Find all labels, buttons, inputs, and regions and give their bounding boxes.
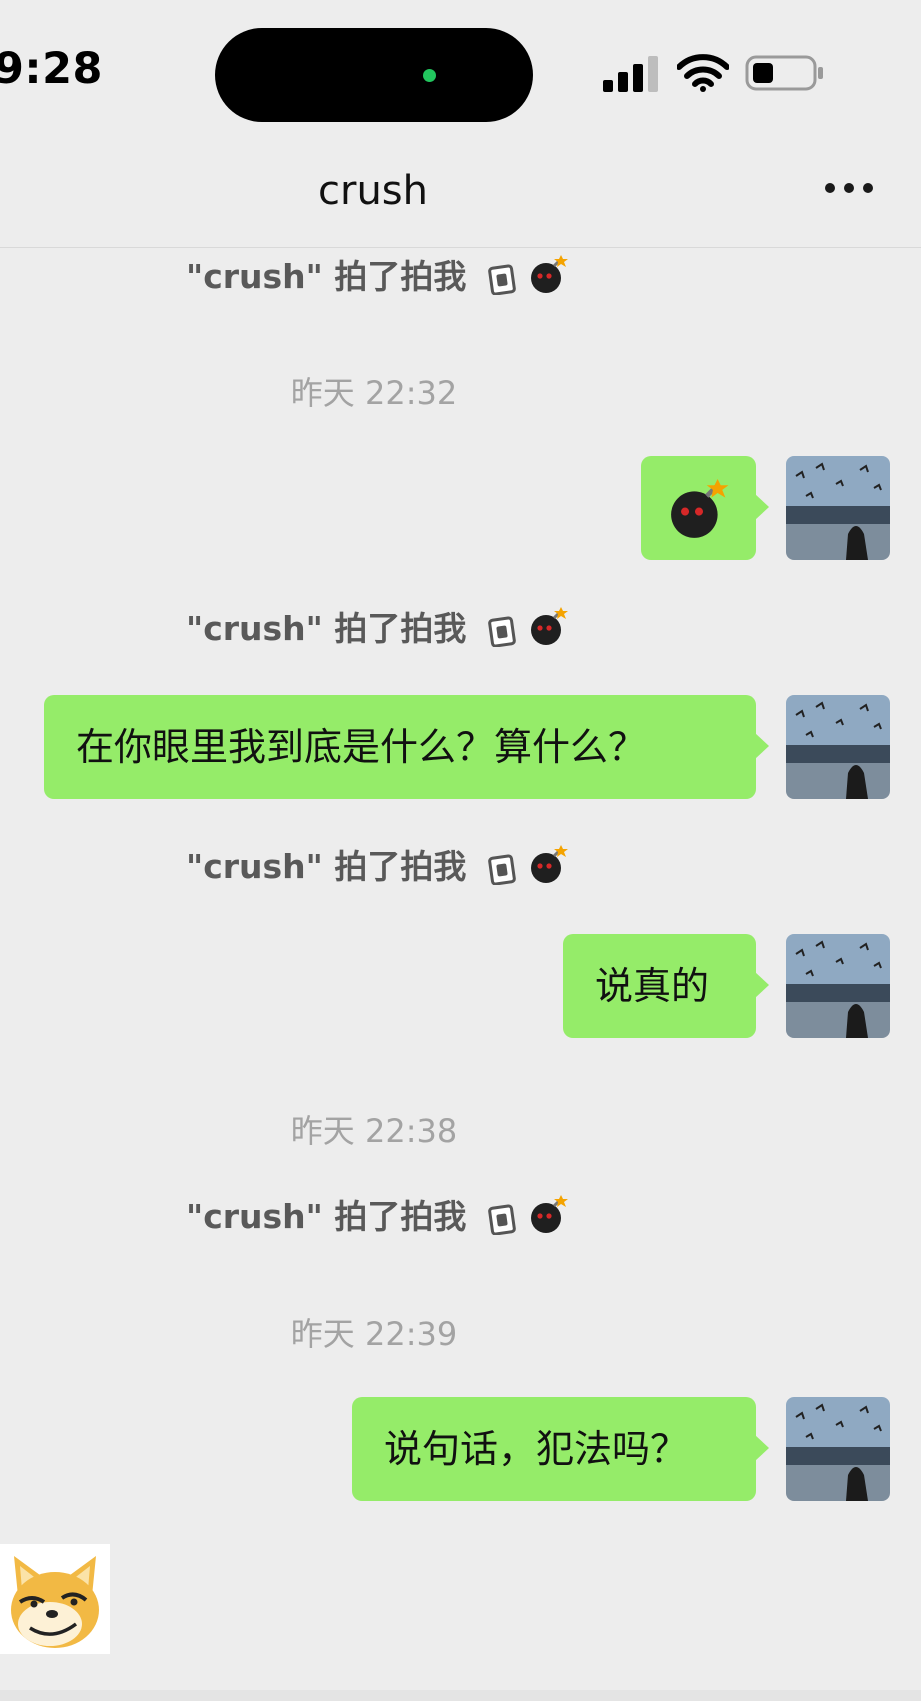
avatar[interactable]: [786, 934, 890, 1038]
more-dots-icon[interactable]: [822, 176, 876, 200]
pat-card-icon: [488, 263, 516, 296]
bomb-icon: [531, 1194, 569, 1233]
camera-indicator-icon: [423, 69, 436, 82]
cellular-signal-icon: [603, 56, 658, 92]
pat-notice: "crush" 拍了拍我: [186, 602, 569, 655]
bomb-icon: [531, 254, 569, 293]
bomb-icon: [671, 479, 729, 538]
avatar[interactable]: [786, 695, 890, 799]
pat-text: "crush" 拍了拍我: [186, 257, 467, 296]
wifi-icon: [677, 54, 729, 92]
message-text: 说真的: [595, 964, 710, 1008]
chat-timestamp: 昨天 22:38: [290, 1112, 458, 1150]
pat-text: "crush" 拍了拍我: [186, 847, 467, 886]
message-text: 在你眼里我到底是什么？算什么？: [76, 725, 647, 769]
bottom-bar: [0, 1690, 921, 1701]
pat-notice: "crush" 拍了拍我: [186, 1190, 569, 1243]
chat-title: crush: [318, 168, 428, 214]
bomb-icon: [531, 606, 569, 645]
sent-message-bubble[interactable]: 说真的: [563, 934, 769, 1038]
chat-timestamp: 昨天 22:39: [290, 1315, 458, 1353]
avatar[interactable]: [786, 456, 890, 560]
sent-message-bubble[interactable]: 说句话，犯法吗？: [352, 1397, 769, 1501]
doge-sticker[interactable]: [0, 1544, 110, 1654]
message-text: 说句话，犯法吗？: [384, 1427, 689, 1471]
dynamic-island: [215, 28, 533, 122]
sent-message-bubble[interactable]: [641, 456, 769, 560]
pat-notice: "crush" 拍了拍我: [186, 840, 569, 893]
chat-timestamp: 昨天 22:32: [290, 374, 458, 412]
bomb-icon: [531, 844, 569, 883]
battery-icon: [745, 55, 823, 91]
avatar[interactable]: [786, 1397, 890, 1501]
pat-card-icon: [488, 615, 516, 648]
pat-text: "crush" 拍了拍我: [186, 1197, 467, 1236]
chat-header: crush: [0, 140, 921, 248]
status-bar: 9:28: [0, 0, 921, 140]
pat-card-icon: [488, 853, 516, 886]
sent-message-bubble[interactable]: 在你眼里我到底是什么？算什么？: [44, 695, 769, 799]
status-time: 9:28: [0, 44, 103, 94]
pat-text: "crush" 拍了拍我: [186, 609, 467, 648]
pat-card-icon: [488, 1203, 516, 1236]
pat-notice: "crush" 拍了拍我: [186, 250, 569, 303]
